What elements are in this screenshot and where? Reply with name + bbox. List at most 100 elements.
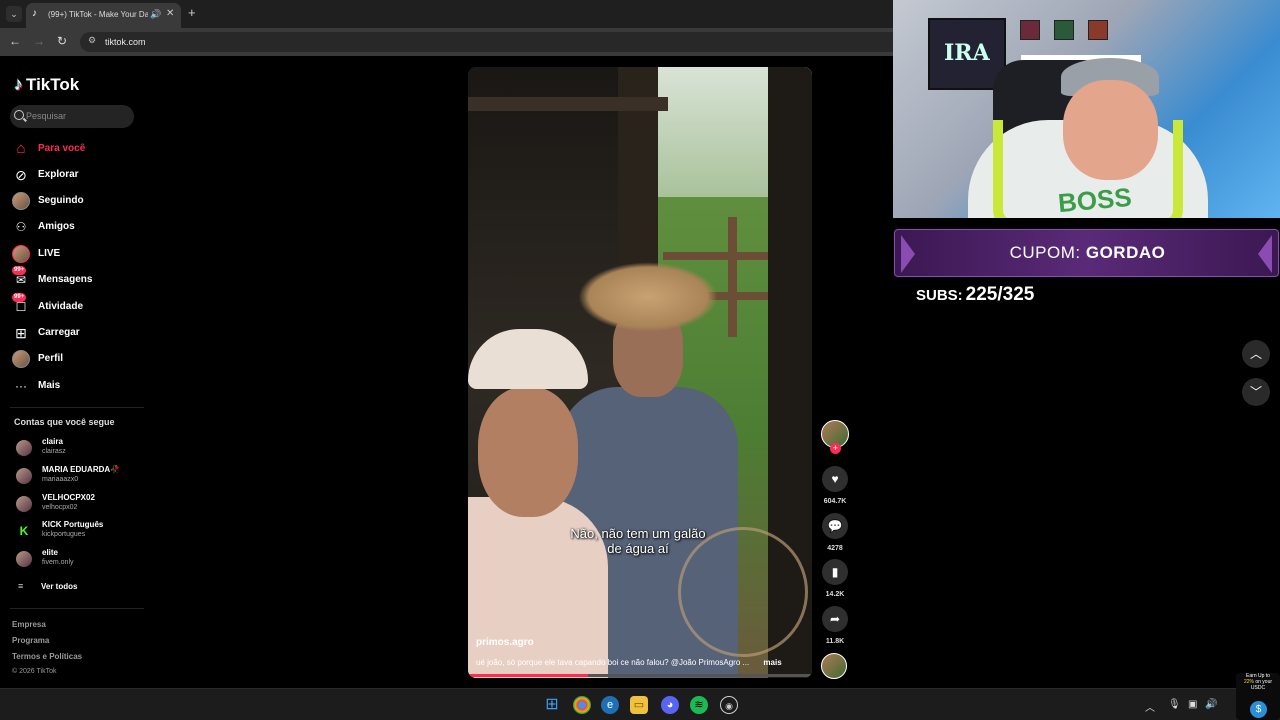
microphone-icon[interactable]: 🎙 <box>1168 699 1181 710</box>
progress-fill <box>468 674 589 677</box>
avatar <box>16 468 32 484</box>
avatar <box>16 496 32 512</box>
browser-icon[interactable]: e <box>601 696 619 714</box>
tab-title: (99+) TikTok - Make Your Da <box>48 10 148 19</box>
shelf-item <box>1088 20 1108 40</box>
nav-label: Atividade <box>38 301 84 312</box>
account-name: KICK Português <box>42 520 104 529</box>
following-account[interactable]: K KICK Português kickportugues <box>14 520 144 542</box>
coupon-banner: CUPOM: GORDAO <box>894 229 1279 277</box>
chevron-up-tray-icon[interactable]: ︿ <box>1145 699 1155 714</box>
tiktok-logo[interactable]: ♪ TikTok <box>14 74 79 95</box>
avatar <box>16 440 32 456</box>
promo-widget[interactable]: Earn Up to 22% on your USDC $ <box>1236 673 1280 720</box>
nav-item-carregar[interactable]: ⊞ Carregar <box>12 322 142 344</box>
tiktok-note-icon: ♪ <box>14 74 23 94</box>
share-button[interactable]: ➦ <box>822 606 848 632</box>
next-video-button[interactable]: ﹀ <box>1242 378 1270 406</box>
forward-icon[interactable]: → <box>33 34 45 48</box>
more-link[interactable]: mais <box>763 658 781 667</box>
nav-item-explorar[interactable]: ⊘ Explorar <box>12 164 142 186</box>
video-description: ué joão, só porque ele tava capando boi … <box>476 658 806 667</box>
nav-item-live[interactable]: LIVE <box>12 243 142 265</box>
follow-plus-icon[interactable]: + <box>830 443 841 454</box>
see-all-link[interactable]: ≡ Ver todos <box>14 580 144 602</box>
url-field[interactable]: ⚙ tiktok.com <box>80 32 893 52</box>
close-tab-icon[interactable]: ✕ <box>166 8 174 19</box>
nav-item-mais[interactable]: ··· Mais <box>12 375 142 397</box>
tiktok-sidebar: ♪ TikTok Pesquisar ⌂ Para você ⊘ Explora… <box>0 58 148 688</box>
reload-icon[interactable]: ↻ <box>57 34 67 48</box>
nav-label: Perfil <box>38 353 64 364</box>
sound-avatar[interactable] <box>821 653 847 679</box>
account-name: MARIA EDUARDA🥀 <box>42 465 121 474</box>
nav-label: Mensagens <box>38 274 93 285</box>
following-section-title: Contas que você segue <box>14 417 115 427</box>
search-input[interactable]: Pesquisar <box>10 105 134 128</box>
see-all-label: Ver todos <box>41 582 78 591</box>
subs-label: SUBS: <box>916 287 963 304</box>
nav-item-mensagens[interactable]: ✉ 99+ Mensagens <box>12 266 142 291</box>
video-person-head <box>478 387 578 517</box>
nav-label: Para você <box>38 143 86 154</box>
footer-link-empresa[interactable]: Empresa <box>12 620 46 629</box>
copyright: © 2026 TikTok <box>12 668 57 675</box>
video-author[interactable]: primos.agro <box>476 637 534 648</box>
coupon-text: CUPOM: GORDAO <box>895 243 1280 263</box>
subs-value: 225/325 <box>965 284 1035 305</box>
spotify-icon[interactable]: ≋ <box>690 696 708 714</box>
file-explorer-icon[interactable]: ▭ <box>630 696 648 714</box>
windows-taskbar: ⊞ e ▭ ◕ ≋ ◉ ︿ 🎙 ▣ 🔊 <box>0 688 1280 720</box>
account-name: claira <box>42 437 63 446</box>
site-settings-icon[interactable]: ⚙ <box>88 35 96 46</box>
tab-search-icon[interactable]: ⌄ <box>6 6 22 22</box>
footer-link-programa[interactable]: Programa <box>12 636 49 645</box>
nav-item-perfil[interactable]: Perfil <box>12 348 142 370</box>
search-placeholder: Pesquisar <box>26 111 67 121</box>
barn-beam <box>468 97 668 111</box>
chrome-icon[interactable] <box>573 696 591 714</box>
promo-logo-icon: $ <box>1250 701 1267 718</box>
obs-icon[interactable]: ◉ <box>720 696 738 714</box>
account-handle: kickportugues <box>42 531 86 538</box>
previous-video-button[interactable]: ︿ <box>1242 340 1270 368</box>
streamer-head <box>1063 80 1158 180</box>
following-account[interactable]: MARIA EDUARDA🥀 mariaaazx0 <box>14 465 144 487</box>
video-progress-bar[interactable] <box>468 674 812 677</box>
account-handle: velhocpx02 <box>42 504 78 511</box>
new-tab-icon[interactable]: + <box>188 5 196 20</box>
comment-icon: 💬 <box>827 519 843 533</box>
discord-icon[interactable]: ◕ <box>661 696 679 714</box>
share-count: 11.8K <box>825 638 845 645</box>
nav-item-amigos[interactable]: ⚇ Amigos <box>12 216 142 238</box>
account-handle: fivem.only <box>42 559 74 566</box>
volume-icon[interactable]: 🔊 <box>1205 699 1217 710</box>
save-count: 14.2K <box>825 591 845 598</box>
address-bar: ← → ↻ ⚙ tiktok.com <box>0 28 893 56</box>
divider <box>10 407 144 408</box>
account-handle: clairasz <box>42 448 66 455</box>
nav-item-atividade[interactable]: ☐ 99+ Atividade <box>12 293 142 318</box>
tiktok-favicon-icon: ♪ <box>32 8 37 19</box>
footer-link-termos[interactable]: Termos e Políticas <box>12 652 82 661</box>
like-button[interactable]: ♥ <box>822 466 848 492</box>
search-icon <box>14 110 24 120</box>
chevron-down-icon: ﹀ <box>1249 385 1262 399</box>
back-icon[interactable]: ← <box>9 34 21 48</box>
following-account[interactable]: claira clairasz <box>14 437 144 459</box>
shelf-item <box>1020 20 1040 40</box>
following-account[interactable]: elite fivem.only <box>14 548 144 570</box>
comment-button[interactable]: 💬 <box>822 513 848 539</box>
following-account[interactable]: VELHOCPX02 velhocpx02 <box>14 493 144 515</box>
speaker-icon[interactable]: 🔊 <box>150 9 161 20</box>
save-button[interactable]: ▮ <box>822 559 848 585</box>
coupon-code: GORDAO <box>1085 243 1166 262</box>
nav-item-para-voce[interactable]: ⌂ Para você <box>12 138 142 160</box>
nav-item-seguindo[interactable]: Seguindo <box>12 190 142 212</box>
video-player[interactable]: Não, não tem um galão de água aí primos.… <box>468 67 812 678</box>
windows-start-icon[interactable]: ⊞ <box>543 696 561 714</box>
fence-post <box>728 217 737 337</box>
notification-badge: 99+ <box>12 266 27 275</box>
browser-tab[interactable]: ♪ (99+) TikTok - Make Your Da 🔊 ✕ <box>26 3 181 28</box>
network-icon[interactable]: ▣ <box>1188 699 1197 710</box>
